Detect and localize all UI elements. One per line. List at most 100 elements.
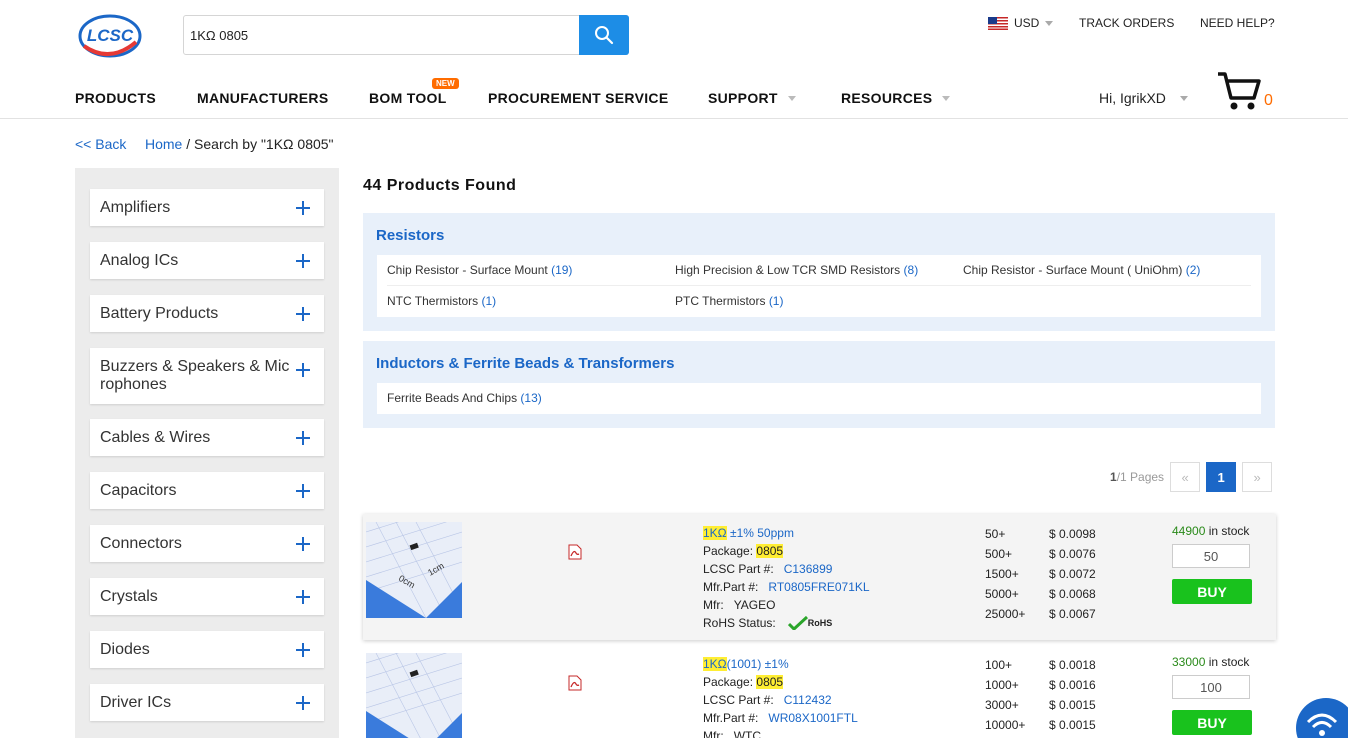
- results-count: 44 Products Found: [363, 177, 517, 194]
- category-label: Driver ICs: [100, 693, 172, 711]
- chevron-down-icon: [1045, 20, 1054, 26]
- breadcrumb-home[interactable]: Home: [145, 136, 182, 152]
- page-1-button[interactable]: 1: [1206, 462, 1237, 492]
- product-row: 0cm 1cm 1KΩ ±1% 50ppm Package: 0805 LCSC…: [363, 514, 1276, 640]
- page: LCSC USD TRACK ORDERS NEED HELP? PRODUCT…: [0, 0, 1348, 738]
- chat-widget-button[interactable]: [1296, 698, 1348, 738]
- category-item[interactable]: Cables & Wires: [90, 419, 324, 456]
- track-orders-link[interactable]: TRACK ORDERS: [1079, 16, 1174, 30]
- category-sidebar: Amplifiers Analog ICs Battery Products B…: [75, 168, 339, 738]
- plus-icon[interactable]: [296, 642, 310, 657]
- tier-qty: 1500+: [985, 567, 1019, 581]
- subcategory-link[interactable]: Ferrite Beads And Chips (13): [387, 391, 542, 405]
- category-item[interactable]: Capacitors: [90, 472, 324, 509]
- category-item[interactable]: Amplifiers: [90, 189, 324, 226]
- mfr-label: Mfr:: [703, 598, 724, 612]
- nav-resources[interactable]: RESOURCES: [841, 90, 951, 106]
- subcategory-count: (1): [481, 294, 497, 308]
- currency-selector[interactable]: USD: [988, 16, 1054, 30]
- lcsc-part-link[interactable]: C112432: [784, 693, 832, 707]
- plus-icon[interactable]: [296, 253, 310, 268]
- tier-qty: 1000+: [985, 678, 1019, 692]
- buy-button[interactable]: BUY: [1172, 579, 1252, 604]
- category-item[interactable]: Diodes: [90, 631, 324, 668]
- subcategory-link[interactable]: Chip Resistor - Surface Mount ( UniOhm) …: [963, 263, 1200, 277]
- plus-icon[interactable]: [296, 589, 310, 604]
- subcategory-link[interactable]: PTC Thermistors (1): [675, 294, 783, 308]
- row-divider: [387, 285, 1251, 286]
- rohs-label: RoHS Status:: [703, 616, 776, 630]
- next-page-button[interactable]: »: [1242, 462, 1273, 492]
- price-tier: 1500+ $ 0.0072: [985, 564, 1096, 584]
- plus-icon[interactable]: [296, 695, 310, 710]
- category-label: Capacitors: [100, 481, 177, 499]
- category-label: Cables & Wires: [100, 428, 211, 446]
- buy-button[interactable]: BUY: [1172, 710, 1252, 735]
- search-button[interactable]: [579, 15, 629, 55]
- plus-icon[interactable]: [296, 306, 310, 321]
- mfr-part-link[interactable]: RT0805FRE071KL: [768, 580, 869, 594]
- cart-icon[interactable]: [1216, 70, 1262, 112]
- product-image[interactable]: [366, 653, 462, 738]
- nav-support[interactable]: SUPPORT: [708, 90, 796, 106]
- quantity-input[interactable]: 100: [1172, 675, 1250, 699]
- product-title[interactable]: 1KΩ ±1% 50ppm: [703, 524, 870, 542]
- title-rest: ±1% 50ppm: [726, 526, 794, 540]
- package-label: Package:: [703, 544, 754, 558]
- chevron-down-icon: [942, 95, 951, 101]
- user-menu[interactable]: Hi, IgrikXD: [1099, 90, 1188, 106]
- subcategory-name: Chip Resistor - Surface Mount: [387, 263, 548, 277]
- category-item[interactable]: Analog ICs: [90, 242, 324, 279]
- title-highlight: 1KΩ: [703, 657, 727, 671]
- mfr-part-link[interactable]: WR08X1001FTL: [768, 711, 857, 725]
- mfr-part-label: Mfr.Part #:: [703, 711, 759, 725]
- quantity-input[interactable]: 50: [1172, 544, 1250, 568]
- plus-icon[interactable]: [296, 483, 310, 498]
- category-item[interactable]: Driver ICs: [90, 684, 324, 721]
- group-title[interactable]: Inductors & Ferrite Beads & Transformers: [376, 355, 674, 372]
- subcategory-count: (8): [903, 263, 919, 277]
- stock-number: 44900: [1172, 524, 1206, 538]
- subcategory-list: Ferrite Beads And Chips (13): [377, 383, 1261, 414]
- nav-bom-tool[interactable]: BOM TOOL: [369, 90, 447, 106]
- title-rest: (1001) ±1%: [726, 657, 789, 671]
- subcategory-link[interactable]: Chip Resistor - Surface Mount (19): [387, 263, 572, 277]
- nav-procurement-service[interactable]: PROCUREMENT SERVICE: [488, 90, 668, 106]
- tier-price: $ 0.0076: [1049, 547, 1096, 561]
- pdf-datasheet-icon[interactable]: [567, 675, 583, 691]
- subcategory-link[interactable]: High Precision & Low TCR SMD Resistors (…: [675, 263, 918, 277]
- lcsc-part-link[interactable]: C136899: [784, 562, 833, 576]
- category-item[interactable]: Buzzers & Speakers & Microphones: [90, 348, 324, 404]
- nav-products[interactable]: PRODUCTS: [75, 90, 156, 106]
- wifi-icon: [1306, 713, 1338, 736]
- cart-count: 0: [1264, 92, 1273, 109]
- product-image[interactable]: 0cm 1cm: [366, 522, 462, 618]
- category-label: Connectors: [100, 534, 182, 552]
- need-help-link[interactable]: NEED HELP?: [1200, 16, 1275, 30]
- prev-page-button[interactable]: «: [1170, 462, 1201, 492]
- tier-qty: 25000+: [985, 607, 1026, 621]
- nav-manufacturers[interactable]: MANUFACTURERS: [197, 90, 328, 106]
- plus-icon[interactable]: [296, 536, 310, 551]
- back-link[interactable]: << Back: [75, 136, 126, 152]
- tier-price: $ 0.0068: [1049, 587, 1096, 601]
- pdf-datasheet-icon[interactable]: [567, 544, 583, 560]
- subcategory-count: (13): [520, 391, 542, 405]
- category-item[interactable]: Connectors: [90, 525, 324, 562]
- plus-icon[interactable]: [296, 200, 310, 215]
- price-tier: 50+ $ 0.0098: [985, 524, 1096, 544]
- group-title[interactable]: Resistors: [376, 227, 444, 244]
- page-current-text: 1: [1110, 470, 1117, 484]
- mfr-part-label: Mfr.Part #:: [703, 580, 759, 594]
- search-input[interactable]: [184, 16, 580, 54]
- category-item[interactable]: Crystals: [90, 578, 324, 615]
- stock-status: 44900 in stock: [1172, 524, 1249, 538]
- lcsc-logo[interactable]: LCSC: [78, 12, 142, 60]
- category-label: Crystals: [100, 587, 158, 605]
- price-tier: 25000+ $ 0.0067: [985, 604, 1096, 624]
- plus-icon[interactable]: [296, 430, 310, 445]
- category-item[interactable]: Battery Products: [90, 295, 324, 332]
- subcategory-link[interactable]: NTC Thermistors (1): [387, 294, 496, 308]
- product-title[interactable]: 1KΩ(1001) ±1%: [703, 655, 858, 673]
- plus-icon[interactable]: [296, 363, 310, 377]
